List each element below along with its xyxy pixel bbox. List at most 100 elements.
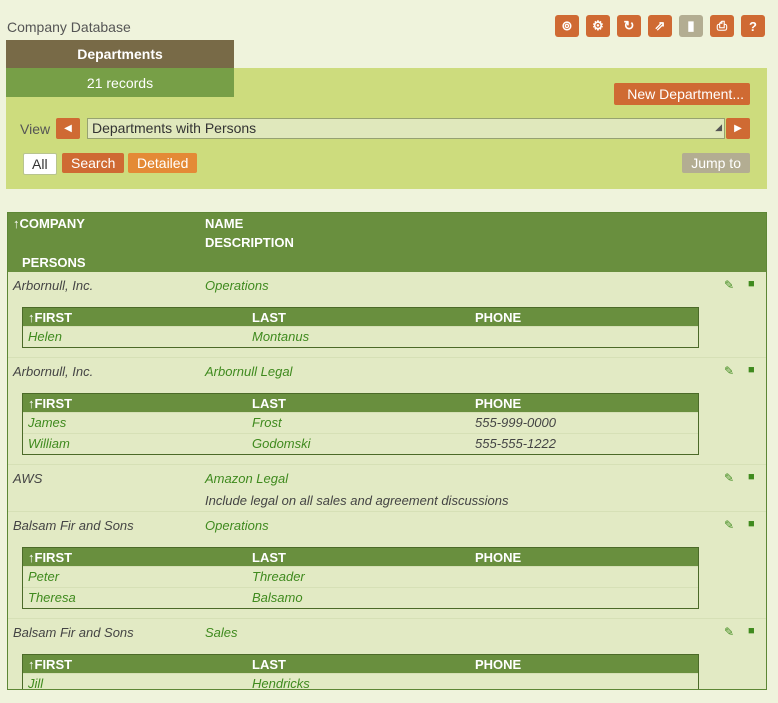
- phone-cell: 555-555-1222: [475, 436, 556, 451]
- last-name-link[interactable]: Hendricks: [252, 676, 310, 689]
- edit-pencil-icon[interactable]: ✎: [724, 625, 734, 639]
- column-header-first[interactable]: ↑FIRST: [28, 657, 72, 672]
- person-row: Jill Hendricks: [23, 673, 698, 689]
- column-header-last[interactable]: LAST: [252, 657, 286, 672]
- phone-cell: 555-999-0000: [475, 415, 556, 430]
- company-cell: Arbornull, Inc.: [13, 364, 94, 379]
- persons-subtable: ↑FIRST LAST PHONE Peter Threader Theresa Balsa…: [22, 547, 699, 609]
- filter-search-button[interactable]: Search: [62, 153, 125, 173]
- table-row: Balsam Fir and Sons Operations ✎ ■ ↑FIRST LAS…: [8, 512, 766, 619]
- column-header-phone[interactable]: PHONE: [475, 310, 521, 325]
- persons-subtable: ↑FIRST LAST PHONE Helen Montanus: [22, 307, 699, 348]
- filter-all-button[interactable]: All: [23, 153, 57, 175]
- person-row: James Frost 555-999-0000: [23, 412, 698, 433]
- first-name-link[interactable]: William: [28, 436, 70, 451]
- table-row: Arbornull, Inc. Arbornull Legal ✎ ■ ↑FIRST LA…: [8, 358, 766, 465]
- person-row: Peter Threader: [23, 566, 698, 587]
- toolbar: ⊚ ⚙ ↻ ⇗ ▮ ⎙?: [555, 15, 765, 37]
- previous-view-button[interactable]: ◀: [56, 118, 80, 139]
- resize-grip-icon: ◢: [715, 122, 722, 132]
- gear-button[interactable]: ⚙: [586, 15, 610, 37]
- last-name-link[interactable]: Frost: [252, 415, 282, 430]
- column-header-name[interactable]: NAME: [205, 216, 243, 231]
- last-name-link[interactable]: Godomski: [252, 436, 311, 451]
- trash-icon[interactable]: ■: [748, 625, 755, 637]
- chart-icon: ▮: [687, 18, 695, 33]
- subtable-header: ↑FIRST LAST PHONE: [23, 548, 698, 566]
- table-row: Arbornull, Inc. Operations ✎ ■ ↑FIRST LAST PHO…: [8, 272, 766, 358]
- tab-departments[interactable]: Departments: [6, 40, 234, 68]
- gear-icon: ⚙: [592, 18, 604, 33]
- persons-subtable: ↑FIRST LAST PHONE Jill Hendricks: [22, 654, 699, 689]
- records-list: Arbornull, Inc. Operations ✎ ■ ↑FIRST LAST PHO…: [8, 272, 766, 689]
- department-name-link[interactable]: Arbornull Legal: [205, 364, 292, 379]
- app-title: Company Database: [7, 19, 131, 35]
- refresh-button[interactable]: ↻: [617, 15, 641, 37]
- department-name-link[interactable]: Sales: [205, 625, 238, 640]
- first-name-link[interactable]: Theresa: [28, 590, 76, 605]
- print-button[interactable]: ⎙: [710, 15, 734, 37]
- triangle-left-icon: ◀: [64, 123, 72, 134]
- trash-icon[interactable]: ■: [748, 471, 755, 483]
- edit-pencil-icon[interactable]: ✎: [724, 471, 734, 485]
- fingerprint-icon: ⊚: [561, 18, 573, 33]
- view-select-value: Departments with Persons: [92, 120, 257, 136]
- department-name-link[interactable]: Operations: [205, 518, 269, 533]
- table-row: AWS Amazon Legal Include legal on all sale…: [8, 465, 766, 512]
- chart-button[interactable]: ▮: [679, 15, 703, 37]
- trash-icon[interactable]: ■: [748, 278, 755, 290]
- trash-icon[interactable]: ■: [748, 518, 755, 530]
- column-header-first[interactable]: ↑FIRST: [28, 310, 72, 325]
- last-name-link[interactable]: Balsamo: [252, 590, 303, 605]
- help-button[interactable]: ?: [741, 15, 765, 37]
- refresh-icon: ↻: [623, 18, 635, 33]
- company-cell: AWS: [13, 471, 43, 486]
- last-name-link[interactable]: Threader: [252, 569, 305, 584]
- filter-detailed-button[interactable]: Detailed: [128, 153, 198, 173]
- fingerprint-button[interactable]: ⊚: [555, 15, 579, 37]
- table-header: ↑COMPANY NAME DESCRIPTION PERSONS: [8, 213, 766, 272]
- column-header-description[interactable]: DESCRIPTION: [205, 235, 294, 250]
- column-header-last[interactable]: LAST: [252, 310, 286, 325]
- edit-pencil-icon[interactable]: ✎: [724, 364, 734, 378]
- column-header-company[interactable]: ↑COMPANY: [13, 216, 85, 231]
- column-header-phone[interactable]: PHONE: [475, 396, 521, 411]
- triangle-right-icon: ▶: [734, 123, 742, 134]
- person-row: Theresa Balsamo: [23, 587, 698, 608]
- new-department-button[interactable]: New Department...: [614, 83, 750, 105]
- column-header-first[interactable]: ↑FIRST: [28, 550, 72, 565]
- table-row: Balsam Fir and Sons Sales ✎ ■ ↑FIRST LAST PHON…: [8, 619, 766, 689]
- jump-to-button[interactable]: Jump to: [682, 153, 750, 173]
- department-name-link[interactable]: Operations: [205, 278, 269, 293]
- first-name-link[interactable]: Jill: [28, 676, 43, 689]
- trash-icon[interactable]: ■: [748, 364, 755, 376]
- first-name-link[interactable]: Peter: [28, 569, 59, 584]
- column-header-last[interactable]: LAST: [252, 396, 286, 411]
- person-row: William Godomski 555-555-1222: [23, 433, 698, 454]
- last-name-link[interactable]: Montanus: [252, 329, 309, 344]
- column-header-last[interactable]: LAST: [252, 550, 286, 565]
- export-button[interactable]: ⇗: [648, 15, 672, 37]
- print-icon: ⎙: [716, 18, 728, 33]
- export-icon: ⇗: [654, 18, 666, 33]
- records-table: ↑COMPANY NAME DESCRIPTION PERSONS Arborn…: [7, 212, 767, 690]
- column-header-phone[interactable]: PHONE: [475, 550, 521, 565]
- column-header-persons: PERSONS: [22, 255, 86, 270]
- record-count: 21 records: [6, 68, 234, 97]
- department-name-link[interactable]: Amazon Legal: [205, 471, 288, 486]
- edit-pencil-icon[interactable]: ✎: [724, 278, 734, 292]
- persons-subtable: ↑FIRST LAST PHONE James Frost 555-999-0000 Wil…: [22, 393, 699, 455]
- help-icon: ?: [749, 18, 757, 34]
- edit-pencil-icon[interactable]: ✎: [724, 518, 734, 532]
- view-select[interactable]: Departments with Persons ◢: [87, 118, 725, 139]
- next-view-button[interactable]: ▶: [726, 118, 750, 139]
- column-header-first[interactable]: ↑FIRST: [28, 396, 72, 411]
- first-name-link[interactable]: James: [28, 415, 66, 430]
- column-header-phone[interactable]: PHONE: [475, 657, 521, 672]
- subtable-header: ↑FIRST LAST PHONE: [23, 394, 698, 412]
- person-row: Helen Montanus: [23, 326, 698, 347]
- view-label: View: [20, 121, 51, 137]
- subtable-header: ↑FIRST LAST PHONE: [23, 655, 698, 673]
- company-cell: Balsam Fir and Sons: [13, 518, 134, 533]
- first-name-link[interactable]: Helen: [28, 329, 62, 344]
